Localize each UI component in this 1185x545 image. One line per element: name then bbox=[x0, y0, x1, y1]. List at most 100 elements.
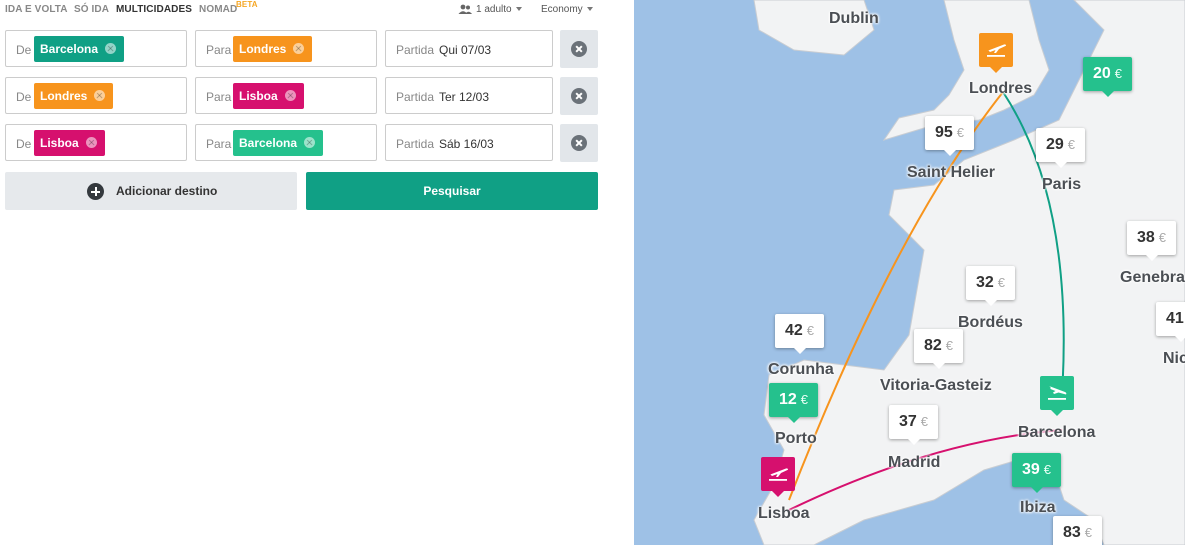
airplane-takeoff-icon bbox=[987, 44, 1006, 57]
origin-chip-leg-3[interactable]: Lisboa bbox=[34, 130, 105, 156]
city-label-lisboa[interactable]: Lisboa bbox=[758, 505, 810, 523]
currency-symbol: € bbox=[920, 414, 929, 429]
to-label: Para bbox=[206, 43, 232, 57]
destination-chip-leg-2[interactable]: Lisboa bbox=[233, 83, 304, 109]
city-label-barcelona[interactable]: Barcelona bbox=[1018, 424, 1095, 442]
search-button[interactable]: Pesquisar bbox=[306, 172, 598, 210]
city-label-madrid[interactable]: Madrid bbox=[888, 454, 940, 472]
city-label-paris[interactable]: Paris bbox=[1042, 176, 1081, 194]
city-label-vitoria-gasteiz[interactable]: Vitoria-Gasteiz bbox=[880, 377, 992, 395]
price-marker[interactable]: 39 € bbox=[1012, 453, 1062, 493]
price-value: 20 bbox=[1093, 65, 1111, 82]
from-label: De bbox=[16, 90, 32, 104]
clear-chip-icon[interactable] bbox=[94, 90, 106, 101]
passengers-label: 1 adulto bbox=[476, 4, 512, 15]
city-label-porto[interactable]: Porto bbox=[775, 430, 817, 448]
departure-date: Ter 12/03 bbox=[439, 90, 490, 104]
tab-nomad[interactable]: NOMAD bbox=[199, 4, 237, 15]
price-value: 39 bbox=[1022, 461, 1040, 478]
city-label-genebra[interactable]: Genebra bbox=[1120, 269, 1185, 287]
passengers-selector[interactable]: 1 adulto bbox=[458, 4, 522, 17]
route-map[interactable]: Dublin Londres Saint Helier Paris Genebr… bbox=[634, 0, 1185, 545]
currency-symbol: € bbox=[1158, 230, 1167, 245]
price-marker[interactable]: 42 € bbox=[775, 314, 825, 354]
origin-chip-leg-1[interactable]: Barcelona bbox=[34, 36, 125, 62]
remove-leg-3-button[interactable] bbox=[560, 124, 598, 162]
pin-lisboa[interactable] bbox=[761, 457, 795, 497]
close-icon bbox=[571, 88, 587, 104]
price-value: 42 bbox=[785, 322, 803, 339]
departure-label: Partida bbox=[396, 90, 435, 104]
destination-city: Lisboa bbox=[239, 89, 278, 103]
clear-chip-icon[interactable] bbox=[284, 90, 296, 101]
origin-field-leg-1[interactable]: De Barcelona bbox=[5, 30, 187, 67]
plus-circle-icon bbox=[87, 183, 104, 200]
cabin-class-selector[interactable]: Economy bbox=[541, 4, 593, 15]
price-marker[interactable]: 20 € bbox=[1083, 57, 1133, 97]
destination-field-leg-3[interactable]: Para Barcelona bbox=[195, 124, 377, 161]
clear-chip-icon[interactable] bbox=[293, 43, 305, 54]
price-value: 12 bbox=[779, 391, 797, 408]
chevron-down-icon bbox=[586, 7, 593, 12]
remove-leg-2-button[interactable] bbox=[560, 77, 598, 115]
origin-field-leg-3[interactable]: De Lisboa bbox=[5, 124, 187, 161]
departure-date: Qui 07/03 bbox=[439, 43, 492, 57]
price-marker[interactable]: 83 € bbox=[1053, 516, 1103, 545]
remove-leg-1-button[interactable] bbox=[560, 30, 598, 68]
to-label: Para bbox=[206, 90, 232, 104]
price-marker[interactable]: 95 € bbox=[925, 116, 975, 156]
close-icon bbox=[571, 41, 587, 57]
destination-chip-leg-1[interactable]: Londres bbox=[233, 36, 313, 62]
tab-round-trip[interactable]: IDA E VOLTA bbox=[5, 4, 68, 15]
price-marker[interactable]: 38 € bbox=[1127, 221, 1177, 261]
departure-field-leg-2[interactable]: Partida Ter 12/03 bbox=[385, 77, 553, 114]
city-label-saint-helier[interactable]: Saint Helier bbox=[907, 164, 995, 182]
departure-field-leg-1[interactable]: Partida Qui 07/03 bbox=[385, 30, 553, 67]
add-destination-button[interactable]: Adicionar destino bbox=[5, 172, 297, 210]
tab-one-way[interactable]: SÓ IDA bbox=[74, 4, 109, 15]
price-marker[interactable]: 32 € bbox=[966, 266, 1016, 306]
city-label-dublin[interactable]: Dublin bbox=[829, 10, 879, 28]
tab-multicity[interactable]: MULTICIDADES bbox=[116, 4, 192, 15]
currency-symbol: € bbox=[1114, 66, 1123, 81]
clear-chip-icon[interactable] bbox=[105, 43, 117, 54]
city-label-bordeus[interactable]: Bordéus bbox=[958, 314, 1023, 332]
city-label-corunha[interactable]: Corunha bbox=[768, 361, 834, 379]
origin-field-leg-2[interactable]: De Londres bbox=[5, 77, 187, 114]
departure-field-leg-3[interactable]: Partida Sáb 16/03 bbox=[385, 124, 553, 161]
destination-field-leg-1[interactable]: Para Londres bbox=[195, 30, 377, 67]
destination-city: Barcelona bbox=[239, 136, 298, 150]
price-marker[interactable]: 82 € bbox=[914, 329, 964, 369]
clear-chip-icon[interactable] bbox=[85, 137, 97, 148]
currency-symbol: € bbox=[1043, 462, 1052, 477]
clear-chip-icon[interactable] bbox=[304, 137, 316, 148]
search-panel: IDA E VOLTA SÓ IDA MULTICIDADES NOMAD BE… bbox=[0, 0, 634, 545]
price-value: 29 bbox=[1046, 136, 1064, 153]
currency-symbol: € bbox=[1067, 137, 1076, 152]
chevron-down-icon bbox=[515, 7, 522, 12]
airplane-landing-icon bbox=[1048, 386, 1067, 400]
currency-symbol: € bbox=[1084, 525, 1093, 540]
departure-label: Partida bbox=[396, 137, 435, 151]
destination-city: Londres bbox=[239, 42, 287, 56]
departure-label: Partida bbox=[396, 43, 435, 57]
price-marker[interactable]: 41€ bbox=[1156, 302, 1185, 342]
origin-city: Lisboa bbox=[40, 136, 79, 150]
destination-field-leg-2[interactable]: Para Lisboa bbox=[195, 77, 377, 114]
city-label-ibiza[interactable]: Ibiza bbox=[1020, 499, 1056, 517]
city-label-london[interactable]: Londres bbox=[969, 80, 1032, 98]
price-value: 41 bbox=[1166, 310, 1184, 327]
price-marker[interactable]: 12 € bbox=[769, 383, 819, 423]
currency-symbol: € bbox=[997, 275, 1006, 290]
price-value: 32 bbox=[976, 274, 994, 291]
destination-chip-leg-3[interactable]: Barcelona bbox=[233, 130, 324, 156]
price-marker[interactable]: 37 € bbox=[889, 405, 939, 445]
pin-barcelona[interactable] bbox=[1040, 376, 1074, 416]
price-value: 82 bbox=[924, 337, 942, 354]
origin-chip-leg-2[interactable]: Londres bbox=[34, 83, 114, 109]
currency-symbol: € bbox=[806, 323, 815, 338]
origin-city: Barcelona bbox=[40, 42, 99, 56]
price-marker[interactable]: 29 € bbox=[1036, 128, 1086, 168]
city-label-nice[interactable]: Nic bbox=[1163, 350, 1185, 368]
pin-london[interactable] bbox=[979, 33, 1013, 73]
